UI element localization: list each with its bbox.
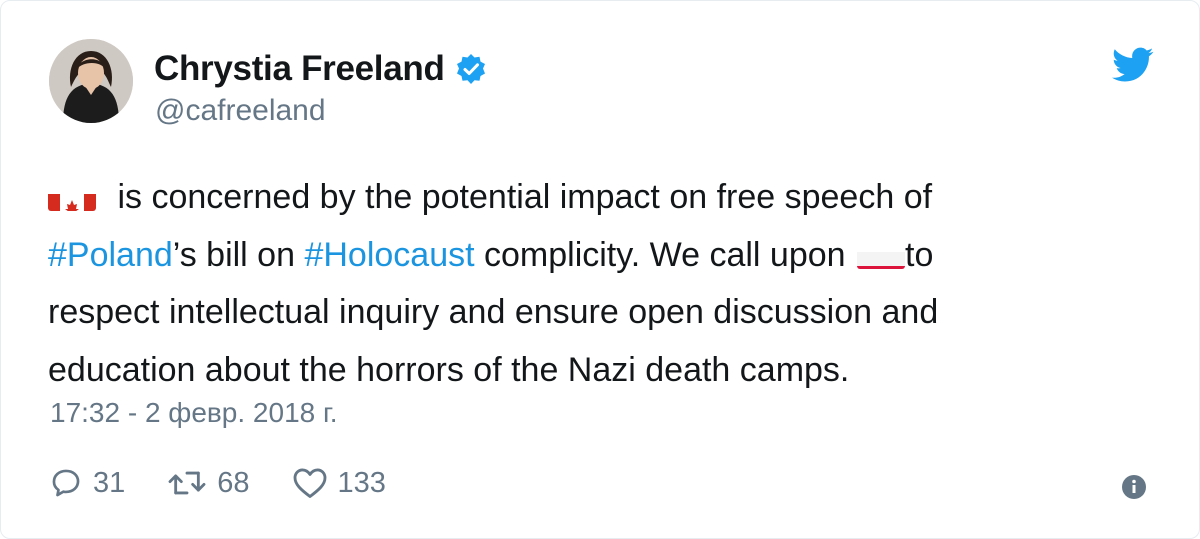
like-button[interactable]: 133: [292, 466, 386, 500]
user-handle[interactable]: @cafreeland: [155, 94, 326, 128]
tweet-line-1-text: is concerned by the potential impact on …: [108, 178, 933, 216]
retweet-count: 68: [217, 466, 250, 499]
display-name[interactable]: Chrystia Freeland: [154, 49, 487, 89]
poland-flag-icon: [857, 241, 906, 269]
heart-icon: [293, 468, 326, 498]
twitter-bird-icon[interactable]: [1112, 47, 1154, 83]
hashtag-holocaust-link[interactable]: #Holocaust: [304, 236, 474, 274]
info-icon[interactable]: [1121, 474, 1147, 500]
tweet-line-2: #Poland’s bill on #Holocaust complicity.…: [48, 227, 1158, 285]
reply-count: 31: [93, 466, 126, 499]
tweet-line-4: education about the horrors of the Nazi …: [48, 350, 850, 389]
retweet-button[interactable]: 68: [167, 466, 250, 500]
tweet-line-2-end: complicity. We call upon: [474, 235, 856, 274]
avatar[interactable]: [49, 39, 133, 123]
tweet-card: Chrystia Freeland @cafreeland is concern…: [0, 0, 1200, 539]
tweet-line-3: respect intellectual inquiry and ensure …: [48, 293, 939, 331]
verified-badge-icon: [455, 53, 487, 85]
retweet-icon: [168, 471, 206, 495]
tweet-line-2-mid: ’s bill on: [172, 235, 305, 274]
canada-flag-icon: [48, 183, 96, 211]
tweet-text: is concerned by the potential impact on …: [48, 169, 1158, 399]
tweet-line-2-after-flag: to: [905, 235, 934, 274]
reply-icon: [52, 469, 80, 497]
display-name-text[interactable]: Chrystia Freeland: [154, 49, 445, 89]
tweet-line-1: is concerned by the potential impact on …: [48, 169, 1158, 227]
like-count: 133: [337, 466, 386, 499]
tweet-actions: 31 68 133: [49, 463, 428, 503]
tweet-timestamp[interactable]: 17:32 - 2 февр. 2018 г.: [50, 397, 338, 429]
reply-button[interactable]: 31: [49, 466, 125, 500]
hashtag-poland-link[interactable]: #Poland: [48, 236, 173, 274]
